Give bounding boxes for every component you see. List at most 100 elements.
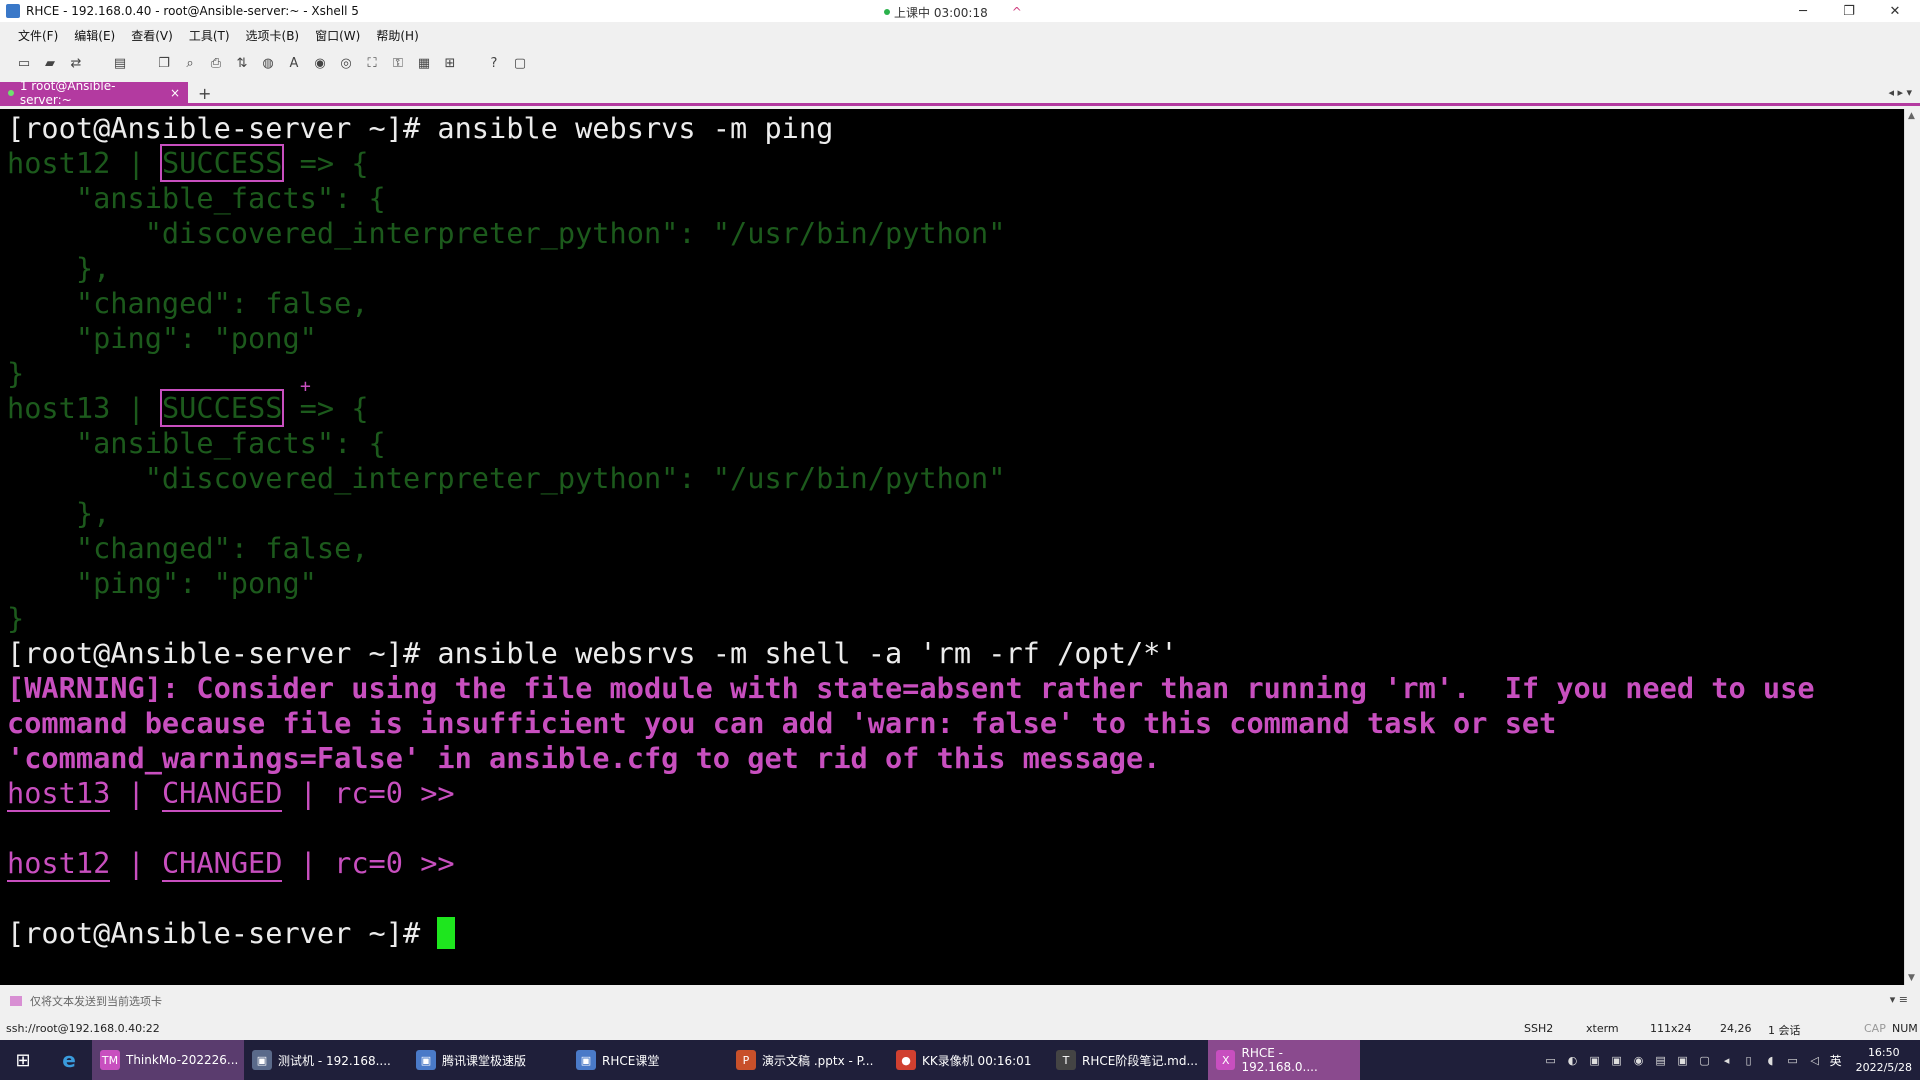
live-class-indicator[interactable]: 上课中 03:00:18 ^	[884, 2, 1022, 22]
terminal-cursor	[437, 917, 456, 949]
menu-help[interactable]: 帮助(H)	[376, 27, 418, 44]
reconnect-icon[interactable]: ⇄	[68, 55, 84, 71]
warning-line: 'command_warnings=False' in ansible.cfg …	[7, 741, 1161, 775]
terminal-line: "ansible_facts": {	[7, 426, 386, 460]
compose-bar[interactable]: 仅将文本发送到当前选项卡 ▾ ≡	[0, 990, 1920, 1012]
terminal-type-status: xterm	[1586, 1022, 1619, 1035]
tray-app-icon[interactable]: ▣	[1588, 1053, 1602, 1067]
taskbar-app-test-vm[interactable]: ▣ 测试机 - 192.168....	[244, 1040, 408, 1080]
open-folder-icon[interactable]: ▰	[42, 55, 58, 71]
terminal-prompt: [root@Ansible-server ~]#	[7, 916, 456, 951]
terminal-line: "changed": false,	[7, 531, 369, 565]
terminal-line: "changed": false,	[7, 286, 369, 320]
terminal-line: },	[7, 496, 111, 530]
taskbar-app-thinkmo[interactable]: TM ThinkMo-202226...	[92, 1040, 244, 1080]
taskbar-app-label: 腾讯课堂极速版	[442, 1053, 527, 1068]
volume-icon[interactable]: ◁	[1808, 1053, 1822, 1067]
protocol-status: SSH2	[1524, 1022, 1554, 1035]
collapse-chevron-icon[interactable]: ^	[1012, 5, 1022, 19]
menu-tabs[interactable]: 选项卡(B)	[246, 27, 300, 44]
taskbar-app-label: RHCE - 192.168.0....	[1241, 1046, 1318, 1074]
print-icon[interactable]: ⎙	[208, 55, 224, 71]
help-icon[interactable]: ?	[486, 55, 502, 71]
menu-file[interactable]: 文件(F)	[18, 27, 58, 44]
terminal-scrollbar[interactable]: ▲ ▼	[1904, 109, 1920, 985]
taskbar-clock[interactable]: 16:50 2022/5/28	[1856, 1045, 1912, 1075]
separator-text: |	[110, 846, 162, 880]
close-button[interactable]: ✕	[1872, 0, 1918, 22]
compose-menu-icon[interactable]: ▾ ≡	[1890, 993, 1908, 1006]
terminal-line: host13 | SUCCESS => {	[7, 389, 369, 427]
tray-app-icon[interactable]: ▣	[1676, 1053, 1690, 1067]
tab-scroll-arrows-icon[interactable]: ◂ ▸ ▾	[1888, 86, 1912, 99]
host-label: host13 |	[7, 391, 162, 425]
transfer-icon[interactable]: ⇅	[234, 55, 250, 71]
terminal-line: [root@Ansible-server ~]# ansible websrvs…	[7, 636, 1178, 670]
scroll-up-icon[interactable]: ▲	[1908, 111, 1915, 121]
restore-button[interactable]: ❐	[1826, 0, 1872, 22]
taskbar-app-label: KK录像机 00:16:01	[922, 1053, 1032, 1068]
edge-browser-icon[interactable]: e	[46, 1040, 92, 1080]
taskbar-app-powerpoint[interactable]: P 演示文稿 .pptx - P...	[728, 1040, 888, 1080]
taskbar-app-tencent-classroom[interactable]: ▣ 腾讯课堂极速版	[408, 1040, 568, 1080]
tab-label: 1 root@Ansible-server:~	[19, 79, 116, 107]
separator-text: |	[110, 776, 162, 810]
tunnel-icon[interactable]: ◎	[338, 55, 354, 71]
message-icon[interactable]: ▭	[1544, 1053, 1558, 1067]
system-tray: ▭ ◐ ▣ ▣ ◉ ▤ ▣ ▢ ◂ ▯ ◖ ▭ ◁ 英 16:50 2022/5…	[1544, 1040, 1920, 1080]
compose-icon	[10, 996, 22, 1006]
taskbar-app-label: RHCE阶段笔记.md...	[1082, 1053, 1198, 1068]
taskbar-app-kk-recorder[interactable]: ● KK录像机 00:16:01	[888, 1040, 1048, 1080]
scroll-down-icon[interactable]: ▼	[1908, 973, 1915, 983]
new-session-icon[interactable]: ▭	[16, 55, 32, 71]
show-hidden-icon[interactable]: ◂	[1720, 1053, 1734, 1067]
wechat-icon[interactable]: ◐	[1566, 1053, 1580, 1067]
host-label: host12	[7, 846, 111, 882]
terminal-line: },	[7, 251, 111, 285]
fullscreen-icon[interactable]: ⛶	[364, 55, 380, 71]
terminal-line: "discovered_interpreter_python": "/usr/b…	[7, 461, 1006, 495]
clock-date: 2022/5/28	[1855, 1061, 1912, 1074]
globe-icon[interactable]: ◍	[260, 55, 276, 71]
powerpoint-icon: P	[736, 1050, 756, 1070]
terminal-line: host12 | SUCCESS => {	[7, 144, 369, 182]
rc-text: | rc=0 >>	[282, 776, 455, 810]
window-title: RHCE - 192.168.0.40 - root@Ansible-serve…	[26, 4, 359, 18]
taskbar-app-notes[interactable]: T RHCE阶段笔记.md...	[1048, 1040, 1208, 1080]
tab-session-1[interactable]: 1 root@Ansible-server:~ ×	[0, 79, 188, 107]
host-label: host12 |	[7, 146, 162, 180]
taskbar-app-rhce-classroom[interactable]: ▣ RHCE课堂	[568, 1040, 728, 1080]
tray-app-icon[interactable]: ◉	[1632, 1053, 1646, 1067]
menu-bar: 文件(F) 编辑(E) 查看(V) 工具(T) 选项卡(B) 窗口(W) 帮助(…	[0, 24, 1920, 46]
tab-close-icon[interactable]: ×	[170, 86, 180, 100]
terminal-line: "ansible_facts": {	[7, 181, 386, 215]
font-icon[interactable]: A	[286, 55, 302, 71]
microphone-icon[interactable]: ◖	[1764, 1053, 1778, 1067]
add-panel-icon[interactable]: ⊞	[442, 55, 458, 71]
battery-icon[interactable]: ▯	[1742, 1053, 1756, 1067]
tray-app-icon[interactable]: ▢	[1698, 1053, 1712, 1067]
terminal-area[interactable]: [root@Ansible-server ~]# ansible websrvs…	[0, 109, 1904, 985]
minimize-button[interactable]: ─	[1780, 0, 1826, 22]
keyboard-icon[interactable]: ▦	[416, 55, 432, 71]
tray-app-icon[interactable]: ▤	[1654, 1053, 1668, 1067]
ime-indicator[interactable]: 英	[1830, 1052, 1842, 1069]
find-icon[interactable]: ⌕	[182, 55, 198, 71]
tray-app-icon[interactable]: ▣	[1610, 1053, 1624, 1067]
xftp-icon[interactable]: ◉	[312, 55, 328, 71]
menu-tools[interactable]: 工具(T)	[189, 27, 230, 44]
windows-start-icon[interactable]: ⊞	[0, 1040, 46, 1080]
terminal-line: host13 | CHANGED | rc=0 >>	[7, 776, 455, 812]
add-tab-icon[interactable]: +	[198, 84, 211, 103]
chat-icon[interactable]: ▢	[512, 55, 528, 71]
classroom-icon: ▣	[576, 1050, 596, 1070]
copy-icon[interactable]: ❐	[156, 55, 172, 71]
menu-view[interactable]: 查看(V)	[131, 27, 173, 44]
taskbar-app-xshell[interactable]: X RHCE - 192.168.0....	[1208, 1040, 1360, 1080]
lock-icon[interactable]: ⚿	[390, 55, 406, 71]
menu-window[interactable]: 窗口(W)	[315, 27, 360, 44]
properties-icon[interactable]: ▤	[112, 55, 128, 71]
terminal-line: "discovered_interpreter_python": "/usr/b…	[7, 216, 1006, 250]
menu-edit[interactable]: 编辑(E)	[74, 27, 115, 44]
network-icon[interactable]: ▭	[1786, 1053, 1800, 1067]
